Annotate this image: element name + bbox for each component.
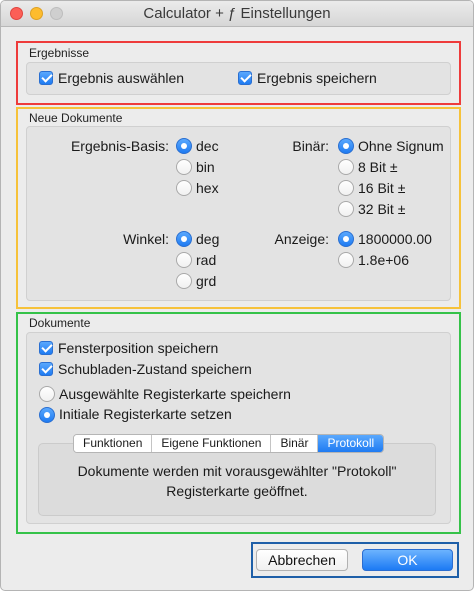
angle-deg-label[interactable]: deg <box>196 231 219 247</box>
display-scientific-label[interactable]: 1.8e+06 <box>358 252 409 268</box>
binary-8bit-label[interactable]: 8 Bit ± <box>358 159 398 175</box>
save-selected-tab-radio[interactable] <box>39 386 55 402</box>
tab-protokoll[interactable]: Protokoll <box>318 435 384 452</box>
tab-description-line-2: Registerkarte geöffnet. <box>166 483 308 499</box>
dokumente-group-label: Dokumente <box>29 316 91 330</box>
ok-button[interactable]: OK <box>362 549 453 571</box>
angle-grd-radio[interactable] <box>176 273 192 289</box>
display-label: Anzeige: <box>274 231 329 247</box>
base-dec-label[interactable]: dec <box>196 138 219 154</box>
angle-label: Winkel: <box>123 231 169 247</box>
display-scientific-radio[interactable] <box>338 252 354 268</box>
base-bin-label[interactable]: bin <box>196 159 215 175</box>
select-result-label[interactable]: Ergebnis auswählen <box>58 70 184 86</box>
base-bin-radio[interactable] <box>176 159 192 175</box>
cancel-button[interactable]: Abbrechen <box>256 549 348 571</box>
angle-deg-radio[interactable] <box>176 231 192 247</box>
angle-rad-radio[interactable] <box>176 252 192 268</box>
save-selected-tab-label[interactable]: Ausgewählte Registerkarte speichern <box>59 386 291 402</box>
binary-16bit-radio[interactable] <box>338 180 354 196</box>
window-position-checkbox[interactable] <box>39 341 53 355</box>
result-base-label: Ergebnis-Basis: <box>70 138 169 154</box>
initial-tab-selector: Funktionen Eigene Funktionen Binär Proto… <box>73 434 385 453</box>
binary-unsigned-radio[interactable] <box>338 138 354 154</box>
tab-binaer[interactable]: Binär <box>271 435 319 452</box>
neue-dokumente-group-label: Neue Dokumente <box>29 111 123 125</box>
binary-unsigned-label[interactable]: Ohne Signum <box>358 138 444 154</box>
binary-label: Binär: <box>292 138 329 154</box>
binary-16bit-label[interactable]: 16 Bit ± <box>358 180 405 196</box>
window-title: Calculator + ƒ Einstellungen <box>143 5 331 22</box>
display-decimal-radio[interactable] <box>338 231 354 247</box>
select-result-checkbox[interactable] <box>39 71 53 85</box>
base-hex-label[interactable]: hex <box>196 180 219 196</box>
window-position-label[interactable]: Fensterposition speichern <box>58 340 218 356</box>
initial-tab-radio[interactable] <box>39 407 55 423</box>
initial-tab-label[interactable]: Initiale Registerkarte setzen <box>59 406 232 422</box>
drawer-state-checkbox[interactable] <box>39 362 53 376</box>
binary-8bit-radio[interactable] <box>338 159 354 175</box>
base-hex-radio[interactable] <box>176 180 192 196</box>
ergebnisse-group-label: Ergebnisse <box>29 46 90 60</box>
tab-eigene-funktionen[interactable]: Eigene Funktionen <box>152 435 272 452</box>
title-bar: Calculator + ƒ Einstellungen <box>1 1 473 27</box>
save-result-checkbox[interactable] <box>238 71 252 85</box>
drawer-state-label[interactable]: Schubladen-Zustand speichern <box>58 361 252 377</box>
base-dec-radio[interactable] <box>176 138 192 154</box>
angle-rad-label[interactable]: rad <box>196 252 216 268</box>
tab-description: Dokumente werden mit vorausgewählter "Pr… <box>38 461 436 501</box>
preferences-window: Calculator + ƒ Einstellungen Ergebnisse … <box>0 0 474 591</box>
tab-funktionen[interactable]: Funktionen <box>74 435 153 452</box>
binary-32bit-label[interactable]: 32 Bit ± <box>358 201 405 217</box>
angle-grd-label[interactable]: grd <box>196 273 216 289</box>
save-result-label[interactable]: Ergebnis speichern <box>257 70 377 86</box>
tab-description-line-1: Dokumente werden mit vorausgewählter "Pr… <box>77 463 397 479</box>
display-decimal-label[interactable]: 1800000.00 <box>358 231 432 247</box>
binary-32bit-radio[interactable] <box>338 201 354 217</box>
